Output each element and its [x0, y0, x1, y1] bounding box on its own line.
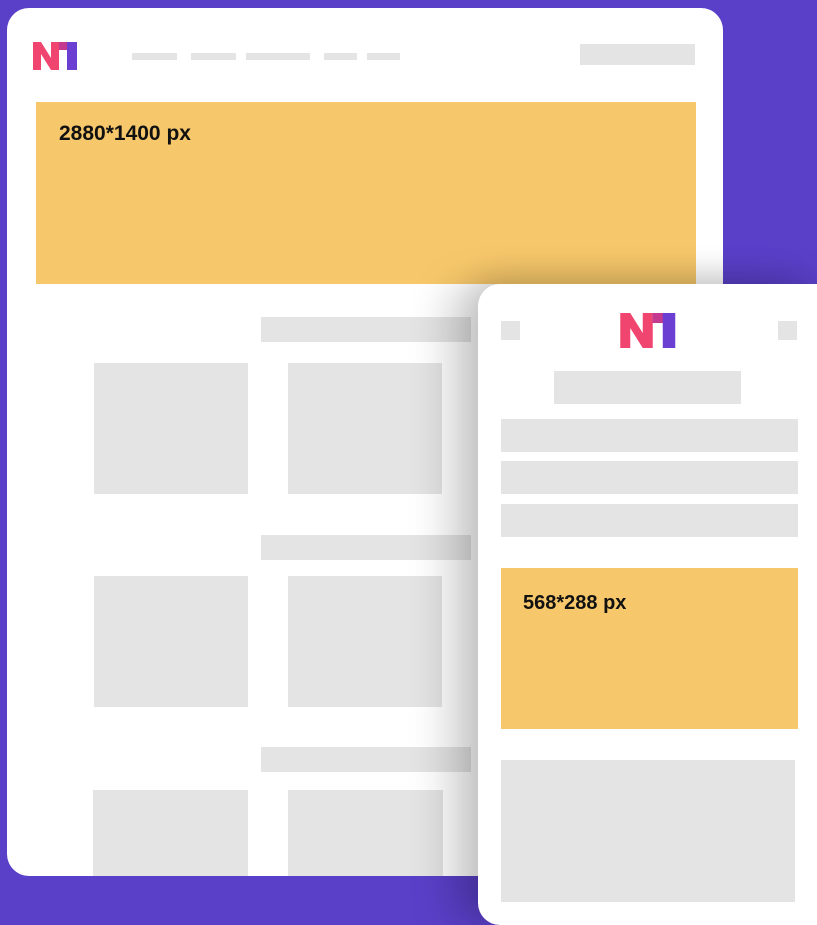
mobile-mockup: 568*288 px: [478, 284, 817, 925]
n1-logo-icon: [620, 313, 676, 348]
header-action-placeholder[interactable]: [580, 44, 695, 65]
card-placeholder[interactable]: [93, 790, 248, 876]
desktop-banner: 2880*1400 px: [36, 102, 696, 284]
mobile-banner-size-label: 568*288 px: [523, 592, 627, 614]
section-title-placeholder: [261, 747, 471, 772]
card-placeholder[interactable]: [288, 790, 443, 876]
mobile-banner: 568*288 px: [501, 568, 798, 729]
card-placeholder[interactable]: [288, 363, 442, 494]
card-placeholder[interactable]: [94, 576, 248, 707]
nav-item-placeholder[interactable]: [324, 53, 357, 60]
desktop-banner-size-label: 2880*1400 px: [59, 122, 191, 145]
nav-item-placeholder[interactable]: [191, 53, 236, 60]
nav-item-placeholder[interactable]: [367, 53, 400, 60]
section-title-placeholder: [261, 317, 471, 342]
mobile-title-placeholder: [554, 371, 741, 404]
card-placeholder[interactable]: [288, 576, 442, 707]
mobile-row-placeholder[interactable]: [501, 419, 798, 452]
menu-icon-placeholder[interactable]: [501, 321, 520, 340]
section-title-placeholder: [261, 535, 471, 560]
n1-logo-icon: [33, 42, 77, 70]
mobile-row-placeholder[interactable]: [501, 504, 798, 537]
card-placeholder[interactable]: [94, 363, 248, 494]
nav-item-placeholder[interactable]: [246, 53, 310, 60]
search-icon-placeholder[interactable]: [778, 321, 797, 340]
mobile-row-placeholder[interactable]: [501, 461, 798, 494]
nav-item-placeholder[interactable]: [132, 53, 177, 60]
mobile-card-placeholder[interactable]: [501, 760, 795, 902]
